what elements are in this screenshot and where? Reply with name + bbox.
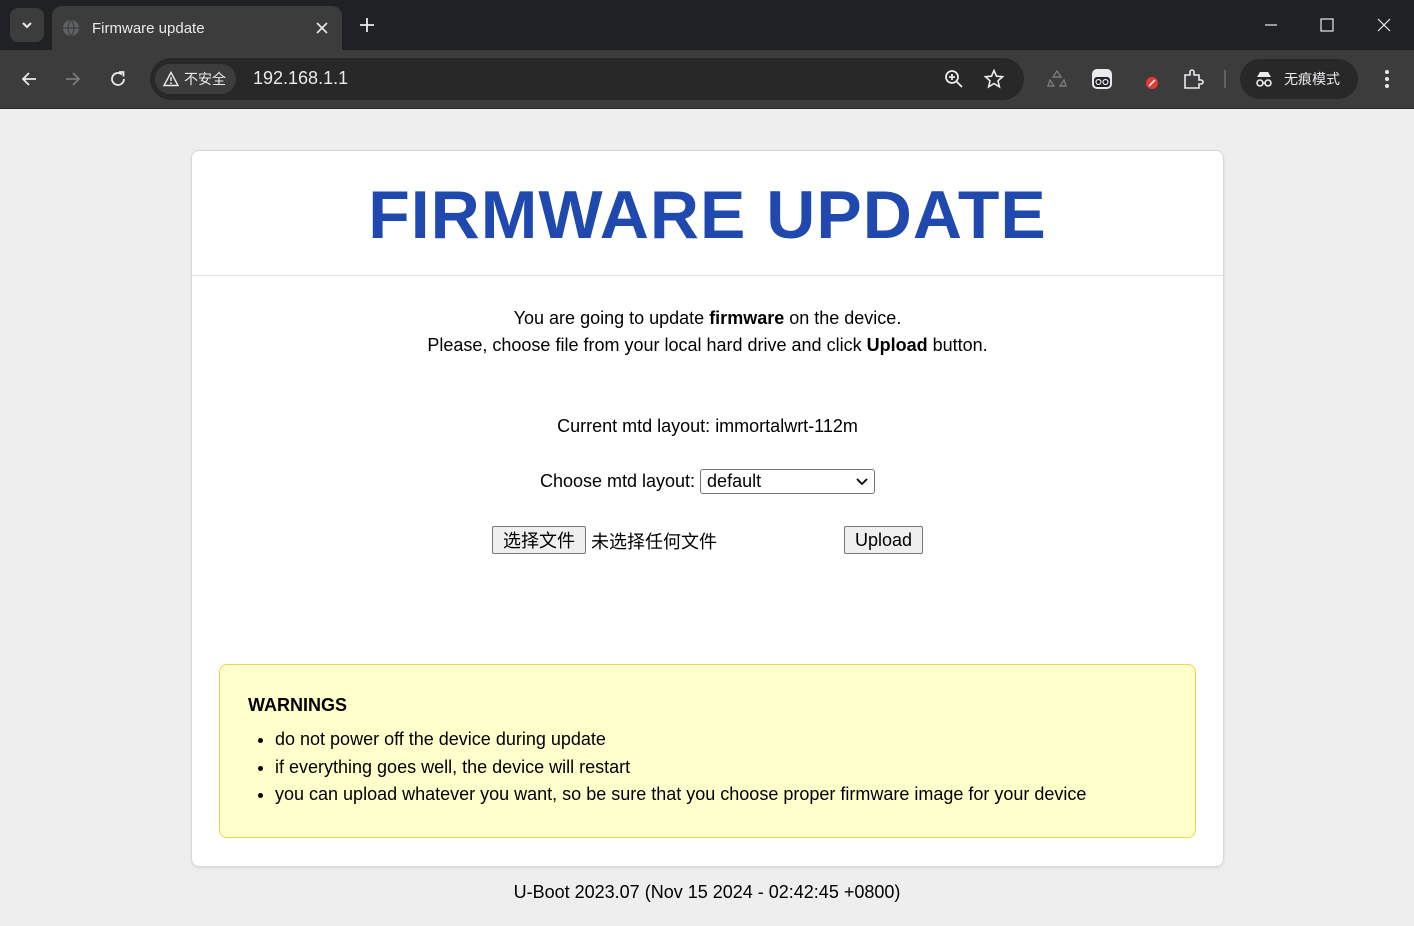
close-window-button[interactable] bbox=[1369, 10, 1399, 40]
current-mtd-label: Current mtd layout: bbox=[557, 416, 711, 436]
security-label: 不安全 bbox=[184, 72, 226, 88]
intro-text: You are going to update firmware on the … bbox=[192, 305, 1223, 359]
firmware-card: FIRMWARE UPDATE You are going to update … bbox=[191, 150, 1224, 867]
upload-button[interactable]: Upload bbox=[844, 526, 923, 554]
minimize-button[interactable] bbox=[1256, 10, 1286, 40]
forward-button[interactable] bbox=[58, 64, 88, 94]
maximize-icon bbox=[1320, 18, 1334, 32]
zoom-icon bbox=[945, 70, 963, 88]
incognito-indicator[interactable]: 无痕模式 bbox=[1240, 59, 1358, 99]
blocker-icon bbox=[1146, 77, 1158, 89]
globe-icon bbox=[63, 19, 79, 37]
extensions-button[interactable] bbox=[1178, 64, 1208, 94]
page-title: FIRMWARE UPDATE bbox=[368, 177, 1047, 253]
close-window-icon bbox=[1377, 18, 1391, 32]
extension-blocker[interactable] bbox=[1133, 64, 1163, 94]
back-button[interactable] bbox=[14, 64, 44, 94]
back-icon bbox=[21, 72, 36, 86]
plus-icon bbox=[360, 18, 374, 32]
tab-search-icon bbox=[22, 22, 32, 29]
new-tab-button[interactable] bbox=[352, 10, 382, 40]
recycle-icon bbox=[1047, 69, 1067, 87]
reload-icon bbox=[111, 71, 125, 86]
current-mtd-layout: Current mtd layout: immortalwrt-112m bbox=[192, 416, 1223, 437]
browser-toolbar: 不安全 192.168.1.1 无痕模式 bbox=[0, 50, 1414, 109]
intro-line-1-post: on the device. bbox=[784, 308, 902, 328]
extension-recycle[interactable] bbox=[1042, 64, 1072, 94]
star-icon bbox=[984, 69, 1004, 89]
reload-button[interactable] bbox=[103, 64, 133, 94]
tab-search-button[interactable] bbox=[10, 8, 44, 42]
url-text[interactable]: 192.168.1.1 bbox=[253, 68, 348, 89]
intro-line-1-pre: You are going to update bbox=[513, 308, 710, 328]
choose-file-button[interactable]: 选择文件 bbox=[492, 526, 586, 554]
tab-close-button[interactable] bbox=[312, 18, 332, 38]
choose-mtd-label: Choose mtd layout: bbox=[539, 471, 696, 491]
warnings-box: WARNINGS do not power off the device dur… bbox=[219, 664, 1196, 838]
intro-line-2-post: button. bbox=[927, 335, 988, 355]
card-header: FIRMWARE UPDATE bbox=[192, 151, 1223, 276]
page-viewport: FIRMWARE UPDATE You are going to update … bbox=[0, 110, 1414, 926]
warning-item: do not power off the device during updat… bbox=[258, 726, 1167, 754]
address-bar[interactable]: 不安全 192.168.1.1 bbox=[150, 58, 1024, 100]
chevron-down-icon bbox=[856, 477, 868, 485]
forward-icon bbox=[66, 72, 81, 86]
browser-tab[interactable]: Firmware update bbox=[52, 6, 342, 50]
choose-mtd-layout: Choose mtd layout: default bbox=[192, 469, 1223, 494]
current-mtd-value: immortalwrt-112m bbox=[715, 416, 858, 436]
maximize-button[interactable] bbox=[1312, 10, 1342, 40]
security-indicator[interactable]: 不安全 bbox=[155, 64, 236, 94]
tab-strip: Firmware update bbox=[0, 0, 1414, 50]
file-status-text: 未选择任何文件 bbox=[591, 532, 717, 553]
warnings-list: do not power off the device during updat… bbox=[258, 726, 1167, 809]
mtd-layout-select[interactable]: default bbox=[700, 469, 876, 494]
extension-face-icon bbox=[1092, 69, 1112, 89]
warnings-title: WARNINGS bbox=[248, 695, 347, 715]
warning-item: if everything goes well, the device will… bbox=[258, 754, 1167, 782]
extension-face[interactable] bbox=[1087, 64, 1117, 94]
upload-row: 选择文件 未选择任何文件 Upload bbox=[492, 526, 932, 556]
mtd-layout-selected: default bbox=[707, 471, 762, 491]
more-vert-icon bbox=[1385, 70, 1389, 88]
toolbar-divider bbox=[1224, 70, 1226, 88]
intro-line-2: Please, choose file from your local hard… bbox=[192, 332, 1223, 359]
zoom-button[interactable] bbox=[942, 67, 966, 91]
incognito-label: 无痕模式 bbox=[1284, 72, 1340, 88]
intro-line-1-bold: firmware bbox=[709, 308, 785, 328]
tab-title: Firmware update bbox=[92, 19, 205, 37]
intro-line-2-pre: Please, choose file from your local hard… bbox=[427, 335, 867, 355]
intro-line-2-bold: Upload bbox=[866, 335, 928, 355]
puzzle-icon bbox=[1184, 69, 1204, 89]
warning-icon bbox=[163, 71, 179, 87]
minimize-icon bbox=[1265, 24, 1277, 26]
footer-version: U-Boot 2023.07 (Nov 15 2024 - 02:42:45 +… bbox=[513, 882, 901, 902]
browser-menu-button[interactable] bbox=[1372, 64, 1402, 94]
bookmark-button[interactable] bbox=[982, 67, 1006, 91]
warning-item: you can upload whatever you want, so be … bbox=[258, 781, 1167, 809]
intro-line-1: You are going to update firmware on the … bbox=[192, 305, 1223, 332]
incognito-icon bbox=[1256, 72, 1272, 87]
close-icon bbox=[316, 22, 328, 34]
